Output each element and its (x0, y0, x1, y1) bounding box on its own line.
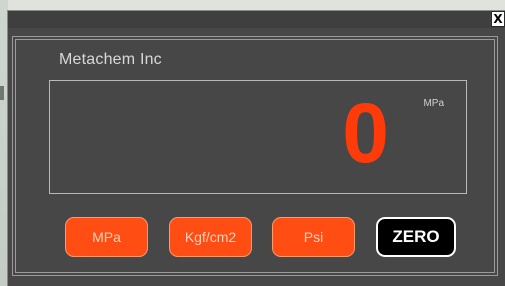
kgf-cm2-button[interactable]: Kgf/cm2 (169, 217, 252, 257)
window-title-bar (8, 11, 505, 28)
background-mark (0, 86, 4, 100)
readout-display: 0 MPa (49, 80, 467, 194)
pressure-unit: MPa (423, 98, 444, 109)
pressure-value: 0 (342, 86, 389, 180)
psi-button[interactable]: Psi (272, 217, 355, 257)
zero-button[interactable]: ZERO (376, 217, 456, 257)
close-icon[interactable]: X (493, 12, 502, 26)
gauge-window: X Metachem Inc 0 MPa MPa Kgf/cm2 Psi ZER… (7, 10, 505, 286)
company-name: Metachem Inc (59, 51, 162, 68)
close-button[interactable]: X (491, 11, 505, 27)
mpa-button[interactable]: MPa (65, 217, 148, 257)
